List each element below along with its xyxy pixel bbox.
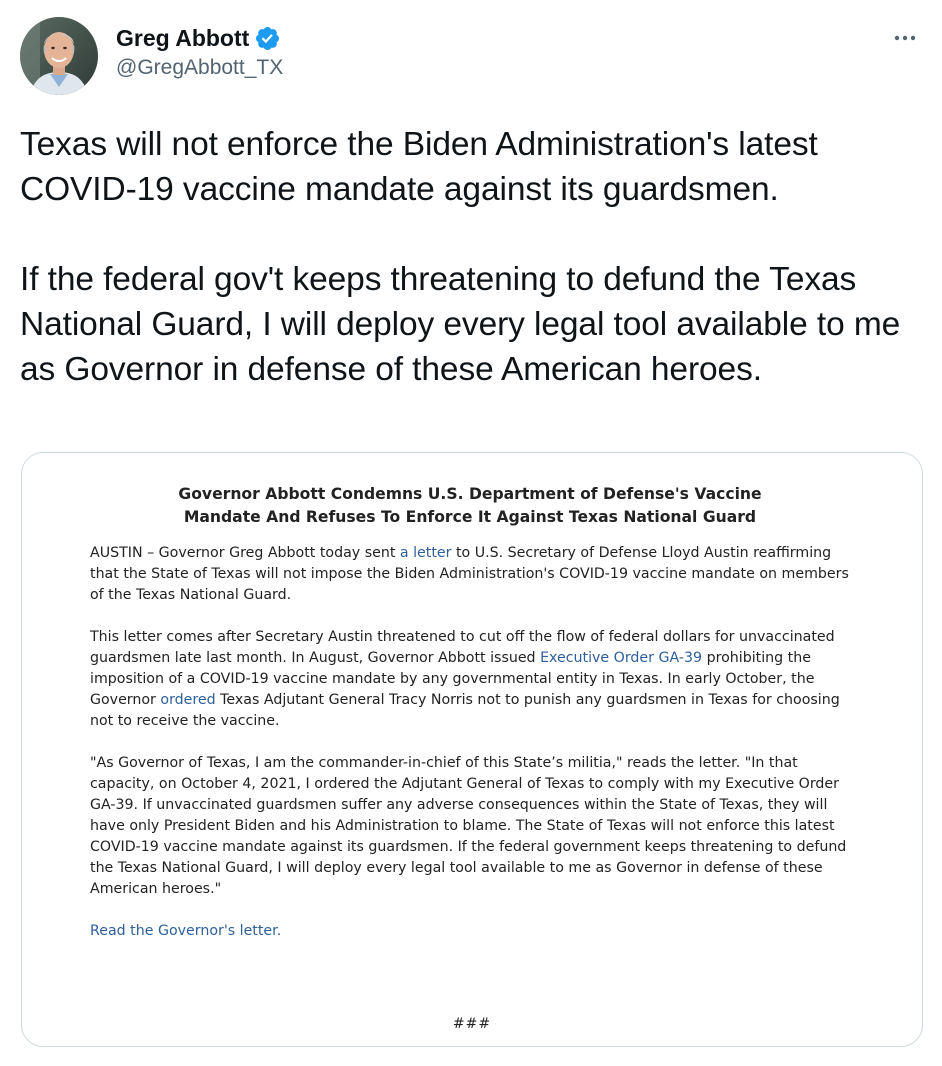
ordered-link[interactable]: ordered bbox=[160, 692, 215, 708]
display-name-row: Greg Abbott bbox=[116, 23, 283, 53]
display-name[interactable]: Greg Abbott bbox=[116, 25, 249, 52]
executive-order-link[interactable]: Executive Order GA-39 bbox=[540, 650, 702, 666]
profile-photo bbox=[20, 17, 98, 95]
more-horizontal-icon bbox=[894, 35, 916, 41]
letter-link[interactable]: a letter bbox=[400, 545, 452, 561]
tweet-header: Greg Abbott @GregAbbott_TX bbox=[20, 17, 922, 95]
more-button[interactable] bbox=[890, 23, 920, 53]
handle[interactable]: @GregAbbott_TX bbox=[116, 56, 283, 80]
press-release: Governor Abbott Condemns U.S. Department… bbox=[90, 483, 850, 942]
press-release-paragraph: AUSTIN – Governor Greg Abbott today sent… bbox=[90, 543, 850, 606]
attached-image[interactable]: Governor Abbott Condemns U.S. Department… bbox=[21, 452, 923, 1047]
press-release-title: Governor Abbott Condemns U.S. Department… bbox=[90, 483, 850, 529]
avatar[interactable] bbox=[20, 17, 98, 95]
verified-badge-icon bbox=[254, 25, 281, 52]
end-marker: ### bbox=[452, 1016, 492, 1032]
tweet-paragraph: Texas will not enforce the Biden Adminis… bbox=[20, 126, 818, 208]
paragraph-text: AUSTIN – Governor Greg Abbott today sent bbox=[90, 545, 400, 561]
read-letter-link[interactable]: Read the Governor's letter. bbox=[90, 921, 850, 942]
tweet-text: Texas will not enforce the Biden Adminis… bbox=[20, 122, 925, 392]
press-release-quote: "As Governor of Texas, I am the commande… bbox=[90, 755, 847, 897]
author-names: Greg Abbott @GregAbbott_TX bbox=[116, 23, 283, 80]
tweet-paragraph: If the federal gov't keeps threatening t… bbox=[20, 261, 901, 388]
press-release-paragraph: This letter comes after Secretary Austin… bbox=[90, 627, 850, 732]
press-release-title-line: Governor Abbott Condemns U.S. Department… bbox=[178, 485, 762, 503]
press-release-title-line: Mandate And Refuses To Enforce It Agains… bbox=[183, 508, 757, 526]
